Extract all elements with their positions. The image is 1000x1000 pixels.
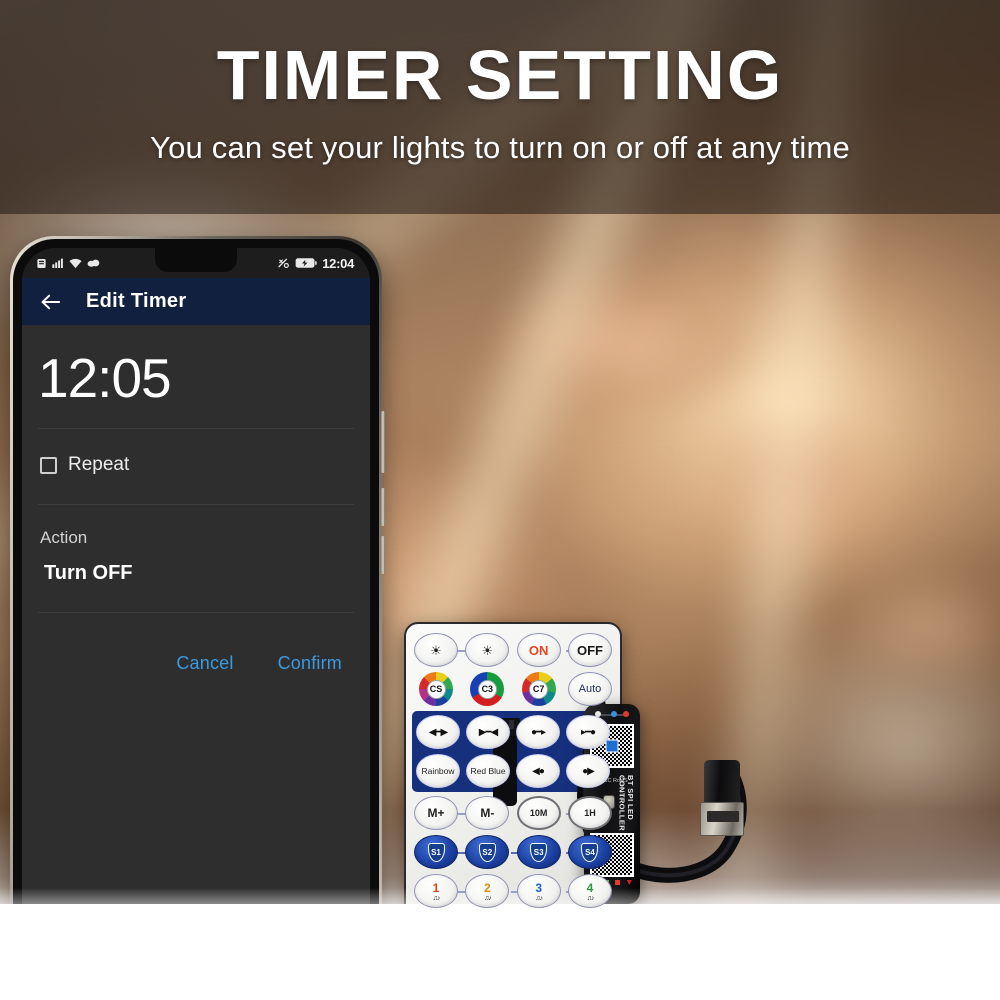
red-blue-key[interactable]: Red Blue — [466, 754, 510, 788]
controller-product-label: BT SPI LED CONTROLLER — [617, 775, 635, 832]
usb-contact-slot — [707, 811, 739, 822]
cs-label: CS — [426, 679, 446, 699]
repeat-checkbox[interactable] — [40, 456, 57, 474]
scene-row: S1 S2 S3 S4 — [414, 835, 612, 869]
music-note-icon: ♫♪ — [586, 894, 595, 902]
power-button[interactable] — [381, 536, 385, 574]
promo-graphic: TIMER SETTING You can set your lights to… — [0, 0, 1000, 1000]
c7-color-key[interactable]: C7 — [517, 672, 561, 706]
timer-time-value[interactable]: 12:05 — [38, 325, 354, 428]
shift-right-key[interactable]: ●▶ — [566, 754, 610, 788]
contract-icon: ▶━◀ — [478, 726, 498, 738]
status-bar-left-icons — [36, 258, 100, 269]
preset-number-label: 3 — [535, 880, 542, 895]
preset-number-label: 1 — [432, 880, 440, 895]
chase-left-key[interactable]: ▸━● — [566, 715, 610, 749]
usb-metal-shell — [700, 802, 744, 836]
shift-left-icon: ◀● — [532, 765, 545, 777]
gear-sun-icon: ☀ — [430, 642, 442, 658]
camera-notch — [155, 248, 237, 272]
music-note-icon: ♫♪ — [432, 894, 441, 902]
brightness-power-row: ☀ ☀ ON OFF — [414, 633, 612, 667]
c7-label: C7 — [529, 679, 549, 699]
gear-sun-icon: ☀ — [481, 642, 494, 658]
page-subtitle: You can set your lights to turn on or of… — [150, 130, 850, 165]
music-note-icon: ♫♪ — [535, 894, 543, 902]
speed-up-key[interactable]: M+ — [414, 796, 458, 830]
brightness-down-key[interactable]: ☀ — [465, 633, 510, 667]
dialog-buttons: Cancel Confirm — [38, 613, 354, 674]
status-bar: 12:04 — [22, 248, 370, 278]
app-bar: Edit Timer — [22, 278, 370, 325]
shield-icon: S3 — [530, 842, 548, 862]
preset-1-key[interactable]: 1 ♫♪ — [414, 874, 458, 908]
c3-label: C3 — [477, 679, 497, 699]
chase-right-key[interactable]: ●━▸ — [516, 715, 560, 749]
red-led-2 — [626, 880, 632, 885]
preset-number-label: 4 — [586, 880, 594, 895]
music-note-icon: ♫♪ — [483, 894, 492, 902]
red-led — [615, 880, 621, 885]
repeat-label: Repeat — [68, 454, 130, 475]
timer-edit-form: 12:05 Repeat Action Turn OFF Cancel Conf… — [22, 325, 370, 943]
color-mode-row: CS C3 C7 Auto — [414, 672, 612, 706]
speed-down-key[interactable]: M- — [465, 796, 510, 830]
shield-icon: S1 — [427, 842, 445, 862]
cloud-icon — [87, 259, 100, 267]
preset-2-key[interactable]: 2 ♫♪ — [465, 874, 510, 908]
confirm-button[interactable]: Confirm — [278, 653, 342, 674]
volume-up-button[interactable] — [381, 488, 385, 526]
red-indicator-dot — [623, 711, 629, 717]
chase-left-icon: ▸━● — [580, 726, 596, 738]
auto-key[interactable]: Auto — [567, 672, 612, 706]
shift-left-key[interactable]: ◀● — [516, 754, 560, 788]
timer-1h-key[interactable]: 1H — [567, 796, 612, 830]
page-title: TIMER SETTING — [216, 36, 784, 114]
smartphone-mockup: 12:04 Edit Timer 12:05 Repeat Action Tur… — [10, 236, 385, 958]
shift-right-icon: ●▶ — [582, 765, 595, 777]
expand-icon: ◀━▶ — [428, 726, 448, 738]
power-on-key[interactable]: ON — [516, 633, 561, 667]
back-arrow-icon[interactable] — [40, 293, 62, 311]
repeat-row[interactable]: Repeat — [38, 429, 354, 504]
wifi-icon — [69, 258, 82, 268]
usb-connector — [700, 760, 744, 836]
blue-indicator-dot — [611, 711, 617, 717]
phone-bezel: 12:04 Edit Timer 12:05 Repeat Action Tur… — [13, 239, 379, 955]
scene-s4-key[interactable]: S4 — [567, 835, 612, 869]
status-bar-right-icons: 12:04 — [277, 256, 354, 271]
app-bar-title: Edit Timer — [86, 290, 187, 312]
scene-s3-key[interactable]: S3 — [516, 835, 561, 869]
preset-4-key[interactable]: 4 ♫♪ — [567, 874, 612, 908]
phone-screen: 12:04 Edit Timer 12:05 Repeat Action Tur… — [22, 248, 370, 943]
preset-3-key[interactable]: 3 ♫♪ — [516, 874, 561, 908]
qr-logo-icon — [605, 739, 619, 753]
status-bar-clock: 12:04 — [322, 255, 354, 271]
banner: TIMER SETTING You can set your lights to… — [0, 0, 1000, 214]
action-label: Action — [40, 528, 88, 547]
scene-s2-key[interactable]: S2 — [465, 835, 510, 869]
c3-color-key[interactable]: C3 — [465, 672, 509, 706]
bottom-white-area — [0, 904, 1000, 1000]
shield-icon: S2 — [478, 842, 496, 862]
power-off-key[interactable]: OFF — [567, 633, 612, 667]
expand-key[interactable]: ◀━▶ — [416, 715, 460, 749]
usb-housing — [704, 760, 740, 806]
cs-color-key[interactable]: CS — [414, 672, 458, 706]
shield-icon: S4 — [581, 842, 599, 862]
sim-icon — [37, 258, 46, 268]
volume-rocker-button[interactable] — [381, 411, 385, 473]
data-saver-icon — [278, 258, 290, 268]
brightness-up-key[interactable]: ☀ — [414, 633, 458, 667]
preset-number-label: 2 — [483, 880, 491, 895]
contract-key[interactable]: ▶━◀ — [466, 715, 510, 749]
chase-right-icon: ●━▸ — [530, 726, 546, 738]
rainbow-key[interactable]: Rainbow — [416, 754, 460, 788]
timer-10m-key[interactable]: 10M — [516, 796, 561, 830]
scene-s1-key[interactable]: S1 — [414, 835, 458, 869]
cancel-button[interactable]: Cancel — [176, 653, 233, 674]
action-value[interactable]: Turn OFF — [38, 548, 354, 612]
battery-icon — [295, 258, 317, 268]
signal-bars-icon — [52, 258, 63, 268]
